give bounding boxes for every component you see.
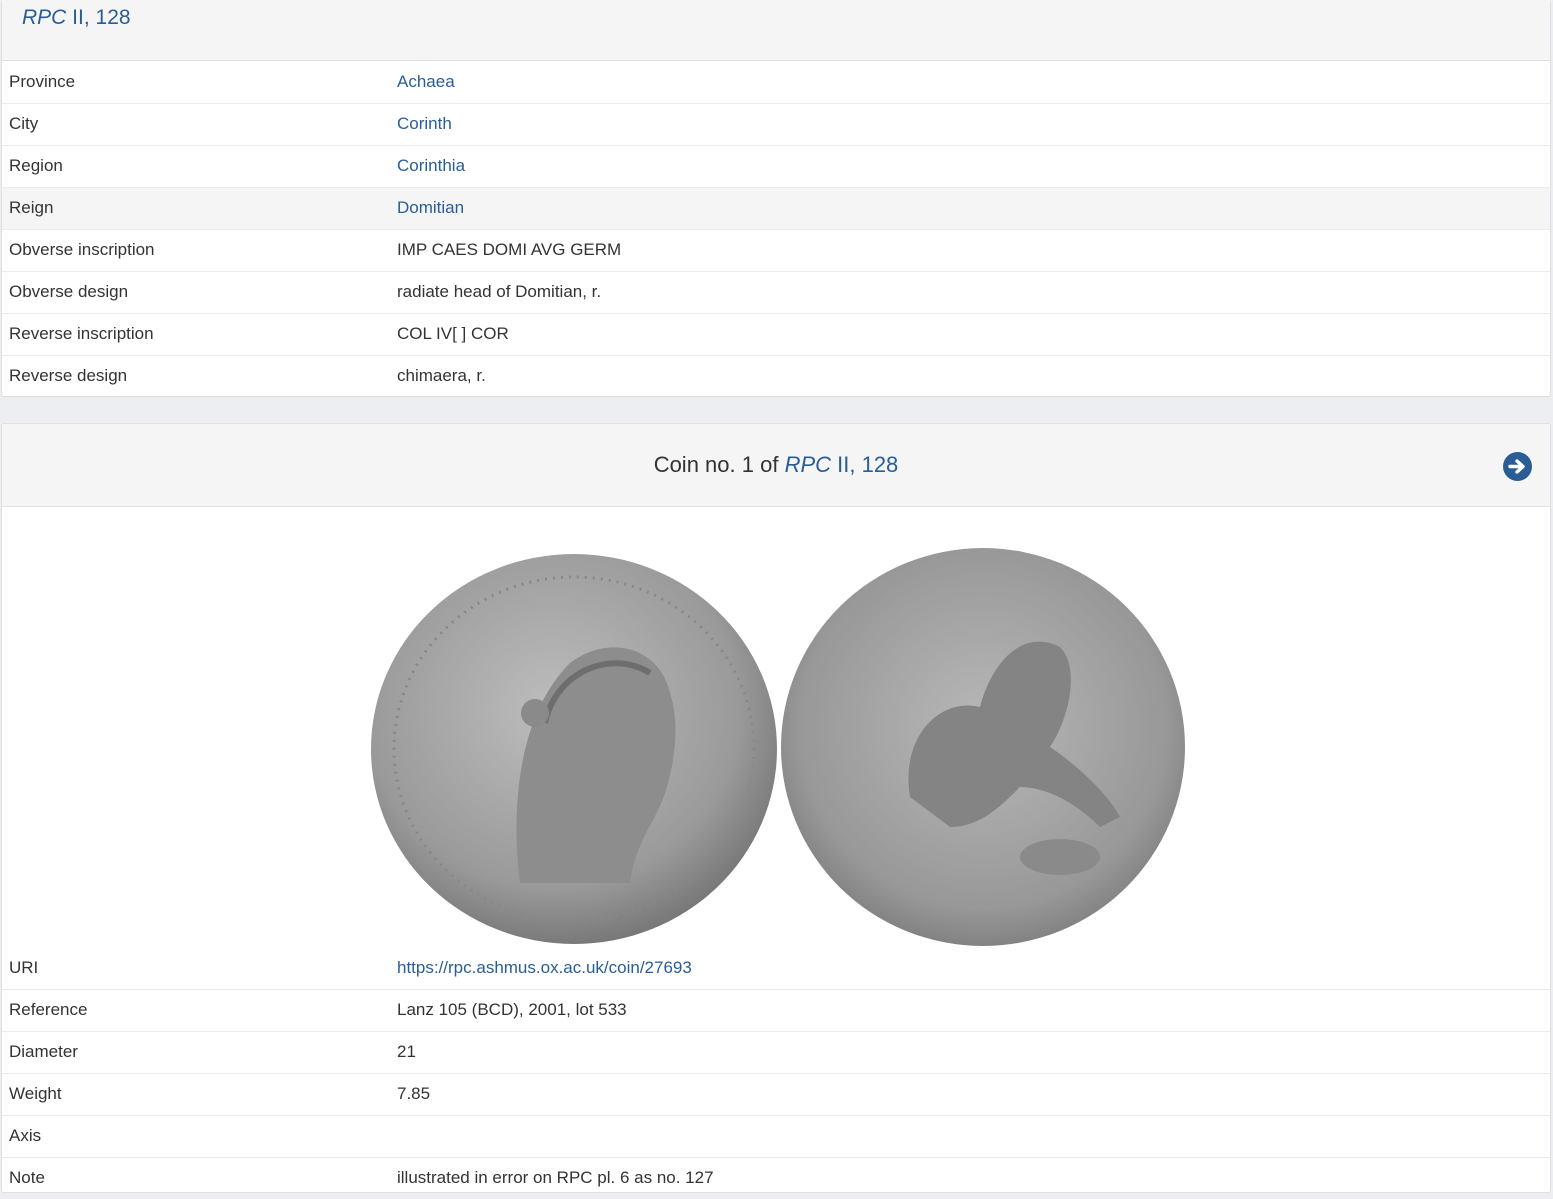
row-label: Obverse inscription [2,228,390,271]
row-value: 7.85 [390,1072,1550,1115]
coin-type-link[interactable]: RPC II, 128 [785,452,899,477]
type-panel: RPC II, 128 Province Achaea City Corinth… [1,0,1551,397]
row-value: Domitian [390,186,1550,229]
table-row: Reference Lanz 105 (BCD), 2001, lot 533 [2,988,1550,1031]
row-value: Achaea [390,61,1550,103]
row-value: Corinthia [390,144,1550,187]
row-value: chimaera, r. [390,354,1550,397]
reign-link[interactable]: Domitian [397,198,464,217]
type-details-table: Province Achaea City Corinth Region Cori… [2,61,1550,397]
row-label: Weight [2,1072,390,1115]
row-label: Axis [2,1114,390,1157]
table-row: Reverse design chimaera, r. [2,354,1550,397]
table-row: Diameter 21 [2,1030,1550,1073]
province-link[interactable]: Achaea [397,72,455,91]
panel-spacer [0,397,1553,423]
table-row: URI https://rpc.ashmus.ox.ac.uk/coin/276… [2,947,1550,989]
row-value: COL IV[ ] COR [390,312,1550,355]
coin-obverse-image[interactable] [370,553,778,945]
table-row: City Corinth [2,102,1550,145]
row-label: Reference [2,988,390,1031]
row-label: Reign [2,186,390,229]
uri-link[interactable]: https://rpc.ashmus.ox.ac.uk/coin/27693 [397,958,692,977]
row-value: Lanz 105 (BCD), 2001, lot 533 [390,988,1550,1031]
table-row: Obverse inscription IMP CAES DOMI AVG GE… [2,228,1550,271]
type-panel-header: RPC II, 128 [2,0,1550,61]
table-row: Reverse inscription COL IV[ ] COR [2,312,1550,355]
row-label: Region [2,144,390,187]
row-label: Diameter [2,1030,390,1073]
coin-details-table: URI https://rpc.ashmus.ox.ac.uk/coin/276… [2,947,1550,1199]
coin-reverse-image[interactable] [780,547,1186,947]
row-value: 21 [390,1030,1550,1073]
type-title-link[interactable]: RPC II, 128 [22,6,131,29]
coin-title: Coin no. 1 of RPC II, 128 [653,452,899,477]
row-label: Obverse design [2,270,390,313]
coin-images [2,507,1550,947]
row-value: IMP CAES DOMI AVG GERM [390,228,1550,271]
row-label: Province [9,71,76,91]
row-label: Reverse design [2,354,390,397]
coin-panel-header: Coin no. 1 of RPC II, 128 [2,424,1550,507]
table-row: Reign Domitian [2,186,1550,229]
table-row: Axis [2,1114,1550,1157]
city-link[interactable]: Corinth [397,114,452,133]
table-row: Weight 7.85 [2,1072,1550,1115]
row-label: Reverse inscription [2,312,390,355]
row-label: City [2,102,390,145]
row-value: https://rpc.ashmus.ox.ac.uk/coin/27693 [390,947,1550,989]
region-link[interactable]: Corinthia [397,156,465,175]
row-value [390,1114,1550,1157]
coin-panel: Coin no. 1 of RPC II, 128 URI https://rp… [1,423,1551,1199]
row-value: radiate head of Domitian, r. [390,270,1550,313]
row-label: URI [9,957,39,977]
circle-arrow-right-icon[interactable] [1503,452,1532,481]
row-value: Corinth [390,102,1550,145]
table-row: Province Achaea [2,61,1550,103]
table-row: Obverse design radiate head of Domitian,… [2,270,1550,313]
table-row: Region Corinthia [2,144,1550,187]
